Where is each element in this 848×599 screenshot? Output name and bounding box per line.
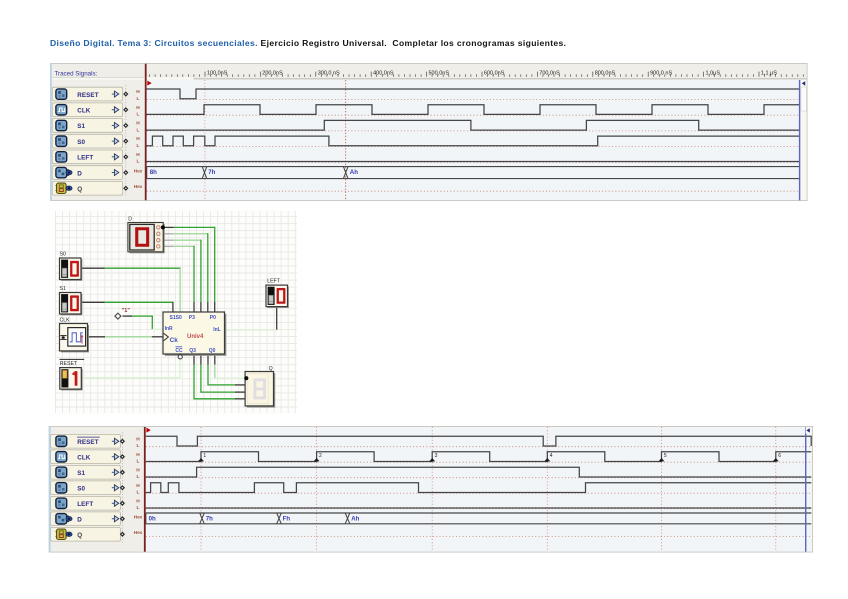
svg-text:InL: InL — [213, 327, 221, 333]
svg-text:InR: InR — [165, 326, 173, 332]
svg-text:S0: S0 — [60, 252, 66, 258]
svg-text:"1": "1" — [122, 308, 131, 314]
svg-text:RESET: RESET — [60, 361, 78, 367]
svg-text:LEFT: LEFT — [267, 279, 281, 285]
svg-text:Q3: Q3 — [189, 348, 196, 354]
svg-text:S1: S1 — [60, 286, 66, 292]
svg-text:CLK: CLK — [60, 317, 71, 323]
svg-text:P0: P0 — [210, 315, 216, 321]
svg-text:Q0: Q0 — [209, 348, 216, 354]
svg-text:Ck: Ck — [170, 337, 179, 344]
svg-text:CC: CC — [175, 348, 183, 354]
svg-text:Univ4: Univ4 — [187, 334, 204, 340]
svg-text:Q: Q — [269, 366, 273, 372]
svg-text:S1S0: S1S0 — [170, 315, 182, 321]
svg-text:D: D — [128, 217, 132, 223]
svg-text:P3: P3 — [189, 315, 195, 321]
